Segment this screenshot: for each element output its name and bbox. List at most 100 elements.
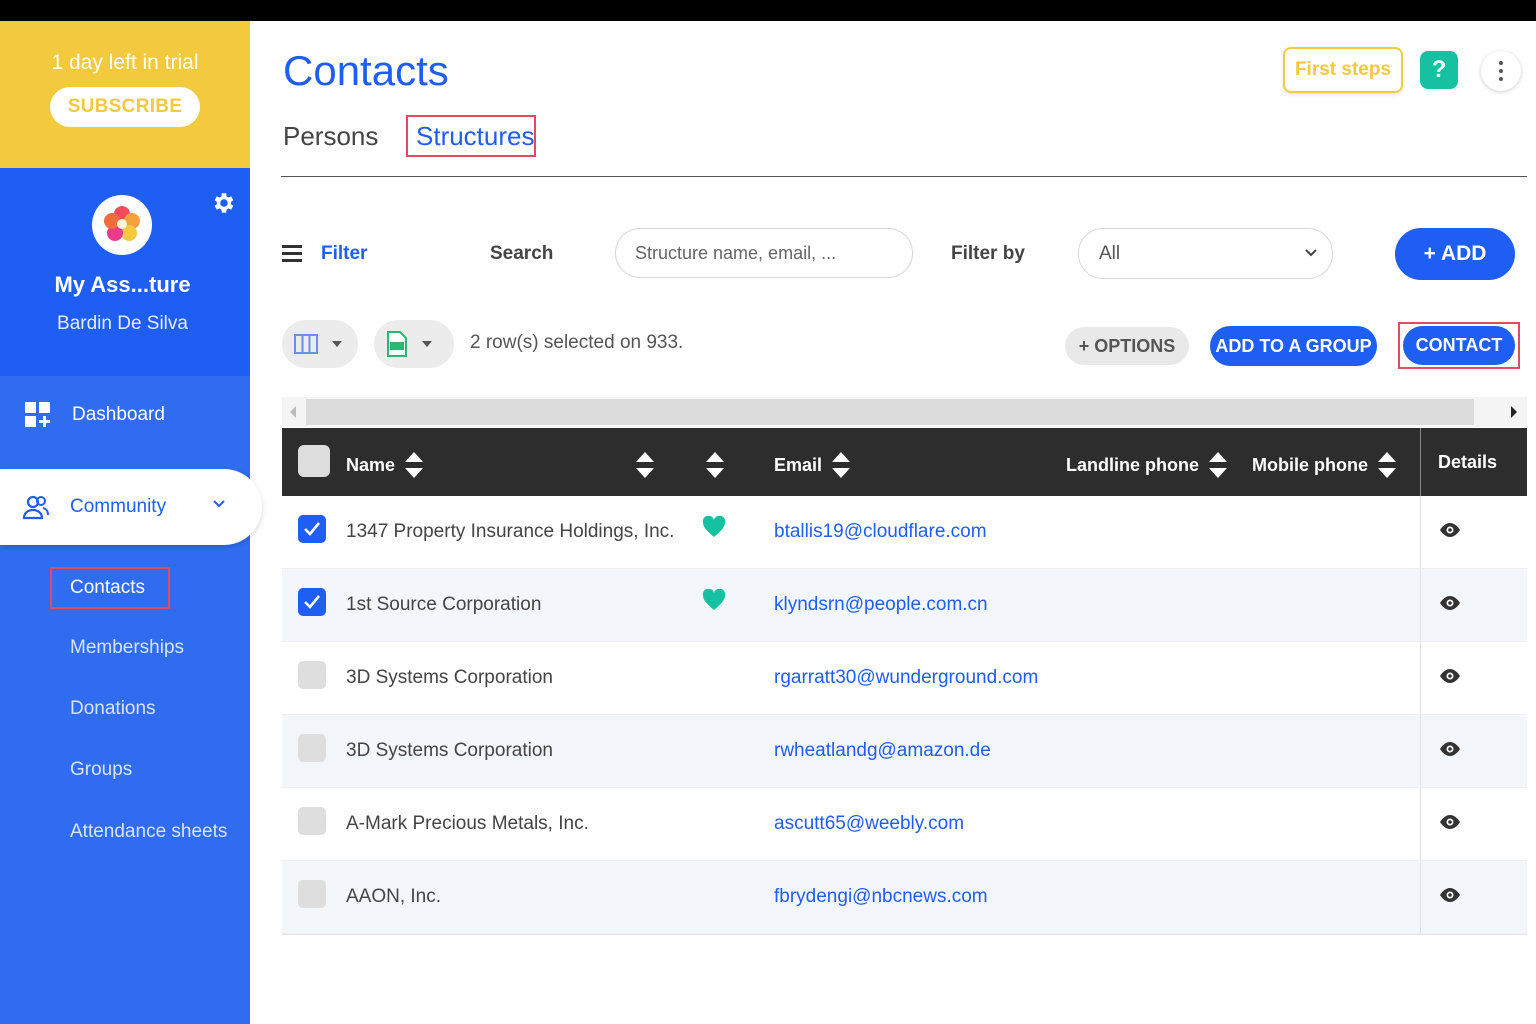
page-title: Contacts	[283, 47, 449, 94]
column-divider	[1420, 569, 1421, 641]
sidebar-item-community[interactable]: Community	[0, 469, 262, 545]
flower-logo-icon	[104, 206, 140, 241]
sidebar-item-dashboard[interactable]: Dashboard	[0, 391, 250, 439]
table-row[interactable]: 1347 Property Insurance Holdings, Inc. b…	[282, 496, 1527, 569]
cell-email[interactable]: klyndsrn@people.com.cn	[774, 594, 988, 616]
contact-button[interactable]: CONTACT	[1403, 326, 1515, 365]
scrollbar-thumb[interactable]	[306, 399, 1474, 425]
top-black-bar	[0, 0, 1536, 21]
column-header-mobile[interactable]: Mobile phone	[1252, 452, 1396, 478]
heart-icon[interactable]	[702, 516, 726, 538]
sidebar-subitem-contacts[interactable]: Contacts	[50, 567, 170, 609]
column-header-email[interactable]: Email	[774, 452, 851, 478]
sidebar-subitem-attendance-sheets[interactable]: Attendance sheets	[70, 821, 227, 843]
menu-icon[interactable]	[282, 245, 302, 263]
check-icon	[304, 595, 321, 609]
sidebar-subitem-memberships[interactable]: Memberships	[70, 637, 184, 659]
row-checkbox[interactable]	[298, 734, 326, 762]
sort-icon[interactable]	[832, 452, 851, 478]
cell-name: 3D Systems Corporation	[346, 740, 553, 761]
sidebar-item-label: Dashboard	[72, 404, 165, 425]
profile-panel: My Ass...ture Bardin De Silva	[0, 168, 250, 376]
dashboard-icon	[25, 402, 50, 427]
horizontal-scrollbar[interactable]	[282, 397, 1527, 427]
column-divider	[1420, 788, 1421, 860]
more-options-icon[interactable]	[1481, 51, 1521, 91]
tabs-divider	[281, 176, 1527, 177]
eye-icon[interactable]	[1438, 887, 1462, 903]
eye-icon[interactable]	[1438, 595, 1462, 611]
eye-icon[interactable]	[1438, 668, 1462, 684]
heart-icon[interactable]	[702, 589, 726, 611]
caret-down-icon	[422, 341, 432, 347]
column-header-name[interactable]: Name	[346, 452, 424, 478]
cell-email[interactable]: ascutt65@weebly.com	[774, 813, 964, 835]
columns-button[interactable]	[282, 320, 358, 368]
scroll-left-icon[interactable]	[290, 406, 296, 418]
table-row[interactable]: 3D Systems Corporation rwheatlandg@amazo…	[282, 715, 1527, 788]
trial-text: 1 day left in trial	[51, 51, 199, 74]
eye-icon[interactable]	[1438, 522, 1462, 538]
row-checkbox[interactable]	[298, 880, 326, 908]
tab-persons[interactable]: Persons	[283, 121, 378, 152]
sort-icon[interactable]	[706, 452, 724, 478]
gear-icon[interactable]	[210, 190, 236, 216]
cell-email[interactable]: fbrydengi@nbcnews.com	[774, 886, 988, 908]
options-button[interactable]: + OPTIONS	[1065, 327, 1189, 365]
table-row[interactable]: AAON, Inc. fbrydengi@nbcnews.com	[282, 861, 1527, 934]
eye-icon[interactable]	[1438, 741, 1462, 757]
sidebar: 1 day left in trial SUBSCRIBE My Ass...t…	[0, 21, 262, 1024]
filter-toggle[interactable]: Filter	[321, 243, 367, 265]
filter-by-select[interactable]: All	[1078, 228, 1333, 279]
search-label: Search	[490, 243, 554, 264]
search-input[interactable]	[615, 228, 913, 278]
filter-by-value: All	[1099, 243, 1121, 264]
table-row[interactable]: A-Mark Precious Metals, Inc. ascutt65@we…	[282, 788, 1527, 861]
xlsx-file-icon	[387, 331, 407, 357]
chevron-down-icon	[213, 500, 225, 508]
eye-icon[interactable]	[1438, 814, 1462, 830]
column-divider	[1420, 496, 1421, 568]
sort-icon[interactable]	[405, 452, 424, 478]
sort-icon[interactable]	[636, 452, 654, 478]
sort-icon[interactable]	[1209, 452, 1227, 478]
add-to-group-button[interactable]: ADD TO A GROUP	[1210, 326, 1377, 366]
first-steps-button[interactable]: First steps	[1283, 47, 1403, 93]
table-row[interactable]: 3D Systems Corporation rgarratt30@wunder…	[282, 642, 1527, 715]
cell-name: 1st Source Corporation	[346, 594, 542, 615]
row-checkbox[interactable]	[298, 515, 326, 543]
help-button[interactable]: ?	[1420, 51, 1458, 89]
add-button[interactable]: + ADD	[1395, 228, 1515, 280]
structures-table: Name Email Landline phone Mobile phone D…	[282, 428, 1527, 935]
chevron-down-icon	[1305, 249, 1317, 257]
table-row[interactable]: 1st Source Corporation klyndsrn@people.c…	[282, 569, 1527, 642]
row-checkbox[interactable]	[298, 588, 326, 616]
row-checkbox[interactable]	[298, 807, 326, 835]
column-header-blank-1[interactable]	[626, 452, 654, 478]
sidebar-subitem-groups[interactable]: Groups	[70, 759, 132, 781]
row-checkbox[interactable]	[298, 661, 326, 689]
trial-banner: 1 day left in trial SUBSCRIBE	[0, 21, 250, 168]
column-label: Details	[1438, 452, 1498, 472]
avatar[interactable]	[92, 195, 152, 255]
tab-structures[interactable]: Structures	[406, 115, 536, 157]
columns-icon	[294, 334, 318, 354]
column-label: Landline phone	[1066, 454, 1199, 475]
sort-icon[interactable]	[1378, 452, 1396, 478]
column-header-landline[interactable]: Landline phone	[1066, 452, 1227, 478]
cell-name: 1347 Property Insurance Holdings, Inc.	[346, 521, 675, 542]
table-bottom-border	[282, 934, 1527, 935]
cell-name: 3D Systems Corporation	[346, 667, 553, 688]
cell-email[interactable]: btallis19@cloudflare.com	[774, 521, 987, 543]
cell-email[interactable]: rgarratt30@wunderground.com	[774, 667, 1038, 689]
sidebar-subitem-donations[interactable]: Donations	[70, 698, 156, 720]
export-xlsx-button[interactable]	[374, 320, 454, 368]
cell-email[interactable]: rwheatlandg@amazon.de	[774, 740, 991, 762]
column-divider	[1420, 715, 1421, 787]
select-all-checkbox[interactable]	[298, 445, 330, 477]
column-divider	[1420, 428, 1421, 496]
subscribe-button[interactable]: SUBSCRIBE	[49, 87, 201, 127]
filter-by-label: Filter by	[951, 243, 1025, 264]
column-header-favorite[interactable]	[696, 452, 724, 478]
scroll-right-icon[interactable]	[1511, 406, 1517, 418]
